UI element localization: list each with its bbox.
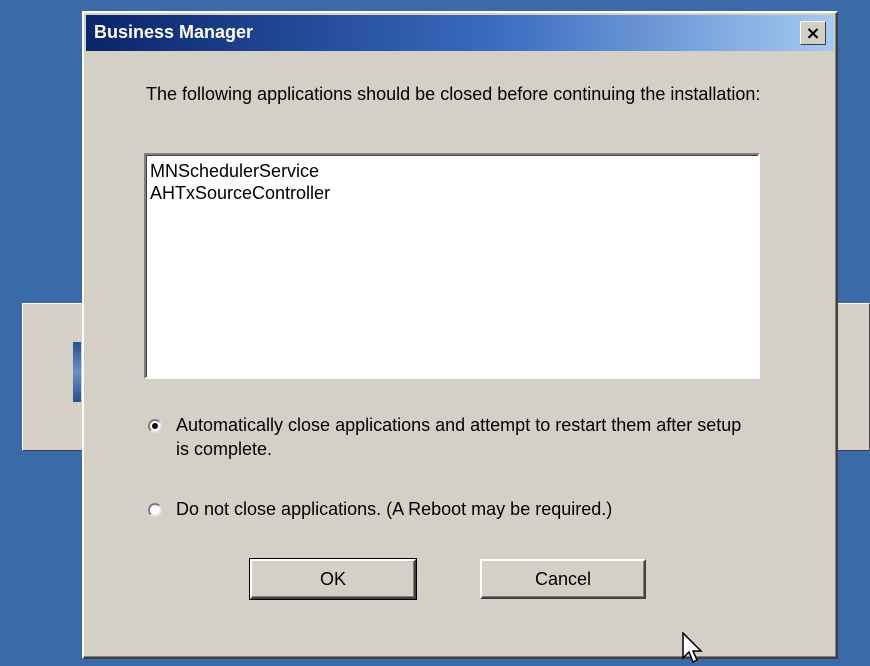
desktop: Business Manager × The following applica… bbox=[0, 0, 870, 666]
do-not-close-label[interactable]: Do not close applications. (A Reboot may… bbox=[176, 497, 756, 521]
do-not-close-radio[interactable] bbox=[148, 503, 162, 517]
dialog-message: The following applications should be clo… bbox=[146, 84, 761, 104]
cancel-button[interactable]: Cancel bbox=[480, 559, 646, 599]
auto-close-radio[interactable] bbox=[148, 419, 162, 433]
dialog-title: Business Manager bbox=[94, 22, 254, 42]
do-not-close-option[interactable]: Do not close applications. (A Reboot may… bbox=[148, 497, 756, 521]
applications-listbox[interactable]: MNSchedulerService AHTxSourceController bbox=[144, 153, 760, 379]
business-manager-dialog: Business Manager × The following applica… bbox=[82, 11, 838, 659]
list-item[interactable]: MNSchedulerService bbox=[150, 160, 754, 182]
auto-close-label[interactable]: Automatically close applications and att… bbox=[176, 413, 756, 461]
list-item[interactable]: AHTxSourceController bbox=[150, 182, 754, 204]
close-button[interactable]: × bbox=[800, 21, 826, 45]
app-icon bbox=[73, 342, 81, 402]
auto-close-option[interactable]: Automatically close applications and att… bbox=[148, 413, 756, 461]
mouse-cursor-icon bbox=[682, 632, 703, 664]
ok-button[interactable]: OK bbox=[249, 558, 417, 600]
title-bar[interactable]: Business Manager × bbox=[86, 15, 834, 51]
close-icon: × bbox=[805, 22, 821, 44]
